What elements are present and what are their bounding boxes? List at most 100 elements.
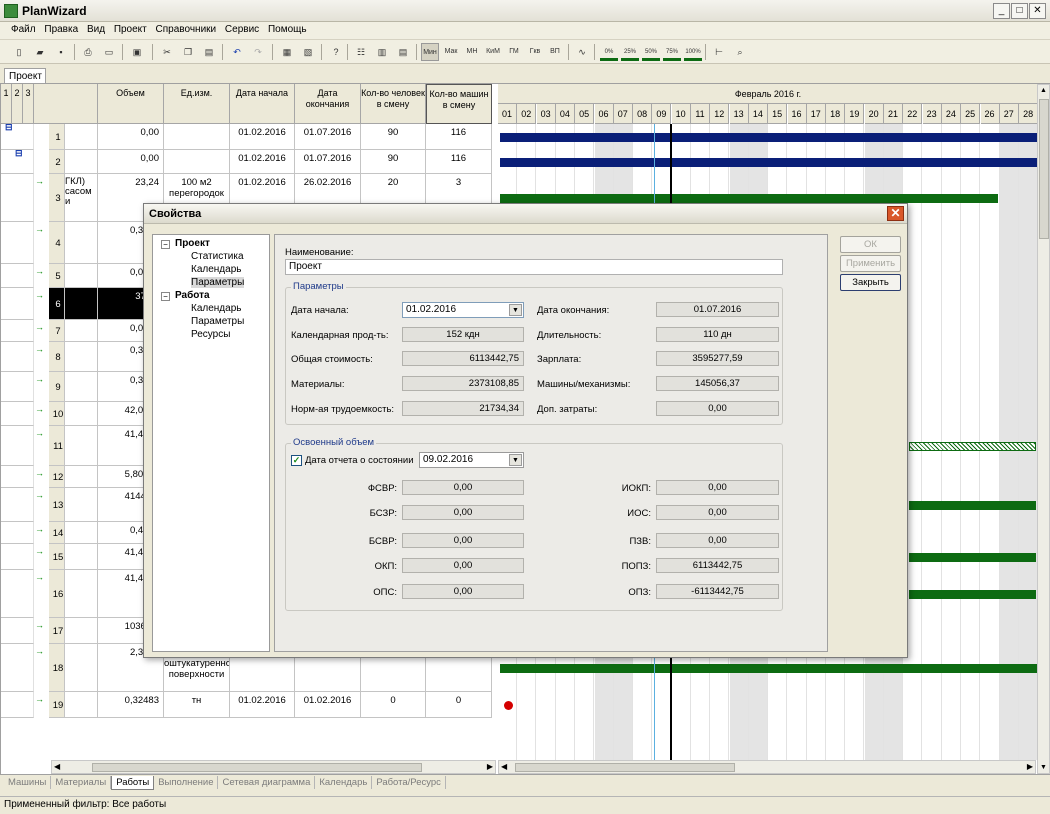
report-date-picker[interactable]: 09.02.2016 ▼ (419, 452, 524, 468)
row-number[interactable]: 9 (49, 372, 65, 402)
gantt-scroll-thumb[interactable] (515, 763, 735, 772)
collapse-icon[interactable]: ⊟ (15, 150, 23, 159)
table-row[interactable]: ⊟ 2 0,00 01.02.2016 01.07.2016 90 116 (1, 150, 498, 174)
row-number[interactable]: 13 (49, 488, 65, 522)
scroll-left-icon[interactable]: ◀ (54, 762, 60, 771)
tab-execution[interactable]: Выполнение (154, 776, 219, 789)
cell-name[interactable] (65, 488, 98, 522)
tree-node-resources[interactable]: Ресурсы (191, 329, 230, 340)
tree-cell[interactable] (1, 320, 34, 342)
row-number[interactable]: 6 (49, 288, 65, 320)
cell-name[interactable] (65, 466, 98, 488)
row-number[interactable]: 8 (49, 342, 65, 372)
apply-button[interactable]: Применить (840, 255, 901, 272)
cell-people[interactable]: 0 (361, 692, 426, 718)
tree-node-project-calendar[interactable]: Календарь (191, 264, 241, 275)
scroll-right-icon[interactable]: ▶ (1027, 762, 1033, 771)
tab-calendar[interactable]: Календарь (315, 776, 373, 789)
close-dialog-button[interactable]: Закрыть (840, 274, 901, 291)
cell-name[interactable] (65, 372, 98, 402)
cell-machines[interactable]: 116 (426, 124, 492, 150)
cell-name[interactable]: ГКЛ) сасом и (65, 174, 98, 222)
tab-works[interactable]: Работы (111, 776, 155, 790)
cell-end-date[interactable]: 01.02.2016 (295, 692, 361, 718)
menu-view[interactable]: Вид (84, 22, 108, 37)
chevron-down-icon[interactable]: ▼ (509, 304, 522, 316)
cell-unit[interactable] (164, 150, 230, 174)
help-icon[interactable]: ? (327, 43, 345, 61)
tab-project[interactable]: Проект (4, 68, 46, 83)
cell-start-date[interactable]: 01.02.2016 (230, 124, 295, 150)
summary-bar[interactable] (500, 158, 1037, 167)
tab-network-diagram[interactable]: Сетевая диаграмма (218, 776, 316, 789)
collapse-icon[interactable]: − (161, 292, 170, 301)
column-header-start[interactable]: Дата начала (230, 84, 295, 124)
ok-button[interactable]: ОК (840, 236, 901, 253)
row-number[interactable]: 7 (49, 320, 65, 342)
menu-references[interactable]: Справочники (153, 22, 220, 37)
tab-machines[interactable]: Машины (4, 776, 52, 789)
copy-icon[interactable]: ❐ (179, 43, 197, 61)
tree-node-project[interactable]: Проект (175, 238, 210, 249)
undo-icon[interactable]: ↶ (228, 43, 246, 61)
cell-name[interactable] (65, 544, 98, 570)
tree-cell[interactable] (1, 402, 34, 426)
vertical-scroll-thumb[interactable] (1039, 99, 1049, 239)
row-number[interactable]: 5 (49, 264, 65, 288)
milestone-marker[interactable] (504, 701, 513, 710)
cell-name[interactable] (65, 402, 98, 426)
tree-cell[interactable] (1, 288, 34, 320)
row-number[interactable]: 1 (49, 124, 65, 150)
tree-cell[interactable]: ⊟ (1, 150, 34, 174)
new-file-icon[interactable]: ▯ (10, 43, 28, 61)
cell-name[interactable] (65, 222, 98, 264)
cut-icon[interactable]: ✂ (158, 43, 176, 61)
tree-cell[interactable]: ⊟ (1, 124, 34, 150)
row-number[interactable]: 19 (49, 692, 65, 718)
tree-cell[interactable] (1, 466, 34, 488)
close-button[interactable]: ✕ (1029, 3, 1046, 19)
summary-bar[interactable] (500, 133, 1037, 142)
task-bar[interactable] (500, 664, 1037, 673)
form-view-icon[interactable]: ▤ (394, 43, 412, 61)
progress-bar-hatched[interactable] (909, 442, 1036, 451)
tree-node-work[interactable]: Работа (175, 290, 210, 301)
cell-name[interactable] (65, 426, 98, 466)
kim-mode-button[interactable]: КиМ (484, 43, 502, 61)
tree-cell[interactable] (1, 342, 34, 372)
cell-people[interactable]: 90 (361, 124, 426, 150)
grid-horizontal-scrollbar[interactable]: ◀ ▶ (51, 760, 496, 774)
tree-cell[interactable] (1, 372, 34, 402)
menu-file[interactable]: Файл (8, 22, 39, 37)
collapse-icon[interactable]: − (161, 240, 170, 249)
cell-unit[interactable] (164, 124, 230, 150)
scroll-right-icon[interactable]: ▶ (487, 762, 493, 771)
cell-unit[interactable]: тн (164, 692, 230, 718)
cell-end-date[interactable]: 01.07.2016 (295, 124, 361, 150)
cell-volume[interactable]: 0,00 (98, 150, 164, 174)
zoom-icon[interactable]: ⌕ (731, 43, 749, 61)
cell-name[interactable] (65, 570, 98, 618)
task-bar[interactable] (909, 553, 1036, 562)
print-icon[interactable]: ⎙ (79, 43, 97, 61)
start-date-picker[interactable]: 01.02.2016 ▼ (402, 302, 524, 318)
properties-icon[interactable]: ▧ (299, 43, 317, 61)
menu-service[interactable]: Сервис (222, 22, 262, 37)
scroll-down-icon[interactable]: ▼ (1040, 764, 1047, 771)
row-number[interactable]: 3 (49, 174, 65, 222)
tab-work-resource[interactable]: Работа/Ресурс (372, 776, 446, 789)
cell-start-date[interactable]: 01.02.2016 (230, 150, 295, 174)
row-number[interactable]: 15 (49, 544, 65, 570)
vp-mode-button[interactable]: ВП (546, 43, 564, 61)
minimize-button[interactable]: _ (993, 3, 1010, 19)
gantt-horizontal-scrollbar[interactable]: ◀ ▶ (498, 760, 1036, 774)
row-number[interactable]: 11 (49, 426, 65, 466)
export-icon[interactable]: ▣ (128, 43, 146, 61)
cell-name[interactable] (65, 264, 98, 288)
link-tasks-icon[interactable]: ⊢ (710, 43, 728, 61)
column-header-machines[interactable]: Кол-во машин в смену (426, 84, 492, 124)
row-number[interactable]: 16 (49, 570, 65, 618)
cell-machines[interactable]: 116 (426, 150, 492, 174)
row-number[interactable]: 14 (49, 522, 65, 544)
tree-cell[interactable] (1, 692, 34, 718)
